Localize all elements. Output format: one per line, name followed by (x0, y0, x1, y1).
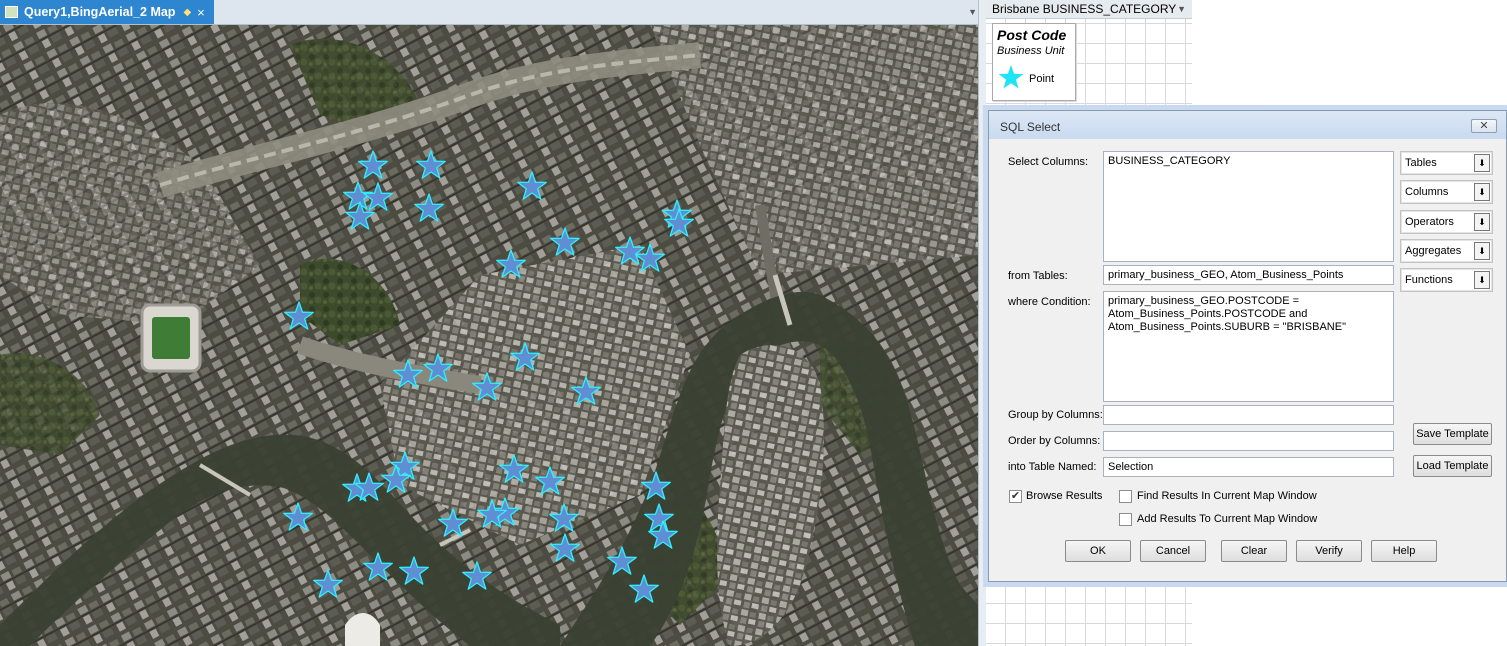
dropdown-arrow-icon[interactable]: ⬇ (1474, 213, 1490, 231)
add-results-label: Add Results To Current Map Window (1137, 513, 1318, 525)
into-table-field[interactable]: Selection (1103, 457, 1394, 477)
from-tables-label: from Tables: (1008, 270, 1068, 282)
aggregates-combo[interactable]: Aggregates ⬇ (1400, 239, 1493, 263)
dialog-title: SQL Select (1000, 120, 1061, 134)
star-icon (998, 64, 1024, 89)
aerial-imagery (0, 25, 978, 646)
operators-combo-label: Operators (1405, 216, 1454, 228)
where-condition-field[interactable]: primary_business_GEO.POSTCODE = Atom_Bus… (1103, 291, 1394, 402)
where-condition-label: where Condition: (1008, 296, 1091, 308)
map-tab-bar: Query1,BingAerial_2 Map ◆ × ▼ (0, 0, 985, 25)
sql-select-dialog: SQL Select ✕ Select Columns: from Tables… (988, 110, 1507, 582)
browse-results-checkbox[interactable]: ✔ (1009, 490, 1022, 503)
dropdown-arrow-icon[interactable]: ⬇ (1474, 154, 1490, 172)
operators-combo[interactable]: Operators ⬇ (1400, 210, 1493, 234)
columns-combo-label: Columns (1405, 186, 1449, 198)
close-icon[interactable]: ✕ (1471, 119, 1497, 133)
aerial-map-view[interactable] (0, 25, 978, 646)
find-results-label: Find Results In Current Map Window (1137, 490, 1317, 502)
map-window-tab-title: Query1,BingAerial_2 Map (24, 5, 176, 19)
select-columns-label: Select Columns: (1008, 156, 1089, 168)
group-by-label: Group by Columns: (1008, 409, 1103, 421)
order-by-label: Order by Columns: (1008, 435, 1101, 447)
find-results-checkbox[interactable] (1119, 490, 1132, 503)
group-by-field[interactable] (1103, 405, 1394, 425)
dialog-title-bar[interactable]: SQL Select ✕ (989, 111, 1506, 139)
tables-combo-label: Tables (1405, 157, 1437, 169)
map-window-tab[interactable]: Query1,BingAerial_2 Map ◆ × (0, 0, 214, 24)
columns-combo[interactable]: Columns ⬇ (1400, 180, 1493, 204)
dropdown-arrow-icon[interactable]: ⬇ (1474, 242, 1490, 260)
chevron-down-icon[interactable]: ▼ (1177, 4, 1186, 14)
legend-subtitle: Business Unit (997, 45, 1065, 57)
legend-header-title: Brisbane BUSINESS_CATEGORY (992, 2, 1177, 16)
from-tables-field[interactable]: primary_business_GEO, Atom_Business_Poin… (1103, 265, 1394, 285)
pin-diamond-icon[interactable]: ◆ (183, 7, 191, 18)
aggregates-combo-label: Aggregates (1405, 245, 1462, 257)
order-by-field[interactable] (1103, 431, 1394, 451)
functions-combo[interactable]: Functions ⬇ (1400, 268, 1493, 292)
close-icon[interactable]: × (197, 5, 205, 20)
map-window-icon (5, 6, 18, 18)
clear-button[interactable]: Clear (1221, 540, 1287, 562)
ok-button[interactable]: OK (1065, 540, 1131, 562)
save-template-button[interactable]: Save Template (1413, 423, 1492, 445)
cancel-button[interactable]: Cancel (1140, 540, 1206, 562)
dialog-body: Select Columns: from Tables: where Condi… (995, 139, 1500, 575)
tab-list-dropdown-icon[interactable]: ▼ (968, 7, 977, 17)
select-columns-field[interactable]: BUSINESS_CATEGORY (1103, 151, 1394, 262)
legend-frame[interactable]: Post Code Business Unit Point (992, 23, 1076, 101)
into-table-label: into Table Named: (1008, 461, 1097, 473)
functions-combo-label: Functions (1405, 274, 1453, 286)
load-template-button[interactable]: Load Template (1413, 455, 1492, 477)
add-results-checkbox[interactable] (1119, 513, 1132, 526)
help-button[interactable]: Help (1371, 540, 1437, 562)
dropdown-arrow-icon[interactable]: ⬇ (1474, 183, 1490, 201)
window-splitter[interactable] (978, 0, 986, 646)
legend-item-label: Point (1029, 73, 1055, 85)
tables-combo[interactable]: Tables ⬇ (1400, 151, 1493, 175)
legend-header[interactable]: Brisbane BUSINESS_CATEGORY ▼ (986, 0, 1192, 19)
dropdown-arrow-icon[interactable]: ⬇ (1474, 271, 1490, 289)
legend-title: Post Code (997, 27, 1067, 43)
browse-results-label: Browse Results (1026, 490, 1103, 502)
verify-button[interactable]: Verify (1296, 540, 1362, 562)
